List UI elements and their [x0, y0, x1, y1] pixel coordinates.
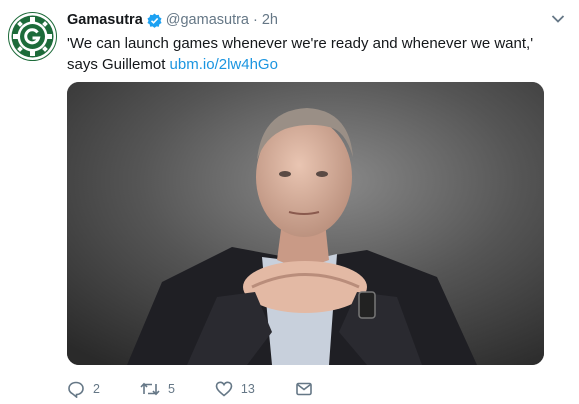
avatar[interactable]: [8, 12, 57, 61]
tweet-header: Gamasutra @gamasutra · 2h: [67, 10, 278, 30]
reply-count: 2: [93, 382, 100, 396]
retweet-count: 5: [167, 382, 175, 396]
tweet-link[interactable]: ubm.io/2lw4hGo: [170, 56, 278, 73]
heart-icon: [215, 381, 233, 397]
author-handle[interactable]: @gamasutra: [166, 12, 249, 28]
verified-badge-icon: [147, 12, 162, 28]
tweet-body: 'We can launch games whenever we're read…: [67, 35, 534, 73]
like-count: 13: [240, 382, 255, 396]
direct-message-button[interactable]: [295, 380, 321, 398]
tweet-card[interactable]: Gamasutra @gamasutra · 2h 'We can launch…: [0, 0, 579, 404]
photo-of-man: [67, 82, 544, 365]
envelope-icon: [296, 382, 312, 396]
author-name[interactable]: Gamasutra: [67, 12, 143, 28]
tweet-text: 'We can launch games whenever we're read…: [67, 33, 567, 75]
reply-button[interactable]: 2: [67, 380, 100, 398]
chevron-down-icon[interactable]: [551, 14, 565, 24]
retweet-button[interactable]: 5: [140, 380, 175, 398]
separator-dot: ·: [253, 12, 258, 28]
tweet-actions: 2 5 13: [67, 378, 361, 400]
tweet-media-photo[interactable]: [67, 82, 544, 365]
gamasutra-logo-icon: [8, 12, 57, 61]
timestamp[interactable]: 2h: [262, 12, 278, 28]
like-button[interactable]: 13: [215, 380, 255, 398]
retweet-icon: [140, 382, 160, 396]
reply-icon: [68, 381, 84, 398]
